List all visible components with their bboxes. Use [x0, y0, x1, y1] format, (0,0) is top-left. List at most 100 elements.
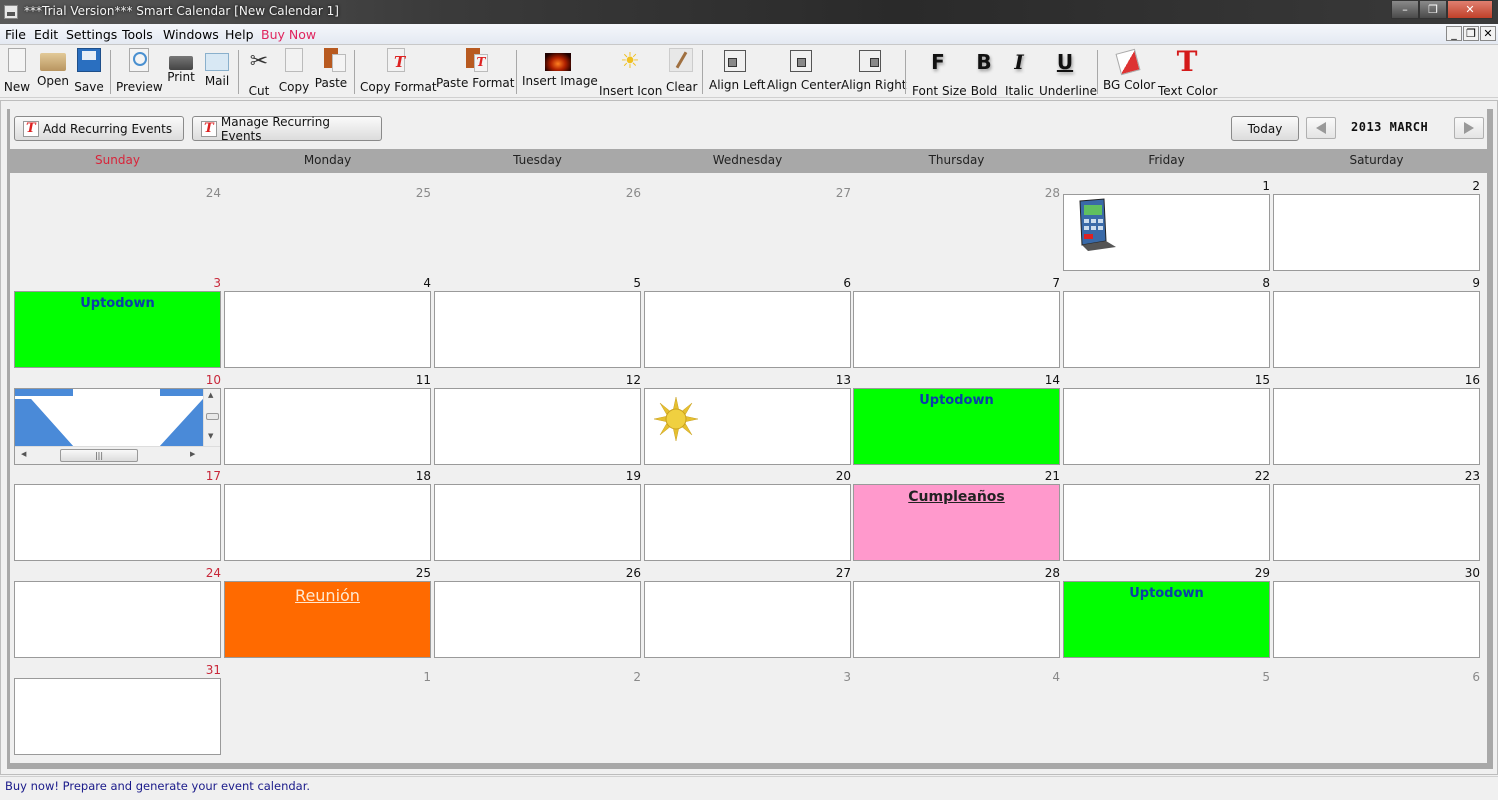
day-cell[interactable] — [1063, 388, 1270, 465]
day-number: 26 — [625, 186, 641, 200]
day-cell[interactable] — [853, 291, 1060, 368]
day-cell[interactable] — [644, 581, 851, 658]
text-color-button[interactable]: T Text Color — [1158, 48, 1217, 99]
day-cell[interactable] — [434, 484, 641, 561]
event-label[interactable]: Reunión — [225, 582, 430, 605]
bg-color-button[interactable]: BG Color — [1103, 48, 1155, 96]
day-number: 30 — [1464, 566, 1480, 580]
day-cell[interactable] — [434, 581, 641, 658]
toolbar-separator — [110, 50, 111, 94]
close-button[interactable]: ✕ — [1447, 0, 1493, 19]
align-left-button[interactable]: Align Left — [709, 48, 766, 96]
day-cell[interactable]: Cumpleaños — [853, 484, 1060, 561]
event-label[interactable]: Uptodown — [1064, 582, 1269, 601]
align-center-label: Align Center — [767, 78, 842, 92]
copy-button[interactable]: Copy — [278, 48, 310, 96]
mdi-close-button[interactable]: ✕ — [1480, 26, 1496, 41]
day-number: 20 — [835, 469, 851, 483]
day-cell[interactable] — [1063, 194, 1270, 271]
scroll-up-icon[interactable]: ▲ — [208, 391, 213, 399]
day-cell[interactable] — [434, 291, 641, 368]
cut-button[interactable]: ✂ Cut — [245, 48, 273, 98]
day-cell[interactable] — [644, 484, 851, 561]
bold-button[interactable]: B Bold — [970, 48, 998, 98]
horizontal-scrollbar[interactable]: ◀ ||| ▶ — [15, 446, 220, 464]
scroll-down-icon[interactable]: ▼ — [208, 432, 213, 440]
day-cell[interactable] — [14, 484, 221, 561]
arrow-image[interactable] — [15, 389, 203, 446]
day-cell[interactable] — [1063, 484, 1270, 561]
clear-button[interactable]: Clear — [666, 48, 697, 96]
vertical-scrollbar[interactable]: ▲ ▼ — [203, 389, 220, 446]
align-right-button[interactable]: Align Right — [841, 48, 907, 96]
menu-edit[interactable]: Edit — [34, 27, 58, 42]
open-button[interactable]: Open — [36, 48, 70, 96]
day-number: 12 — [625, 373, 641, 387]
scroll-left-icon[interactable]: ◀ — [21, 450, 26, 458]
insert-icon-button[interactable]: ☀ Insert Icon — [599, 48, 662, 98]
paste-format-button[interactable]: Paste Format — [436, 48, 515, 96]
manage-recurring-events-button[interactable]: Manage Recurring Events — [192, 115, 382, 143]
menu-file[interactable]: File — [5, 27, 26, 42]
menu-windows[interactable]: Windows — [163, 27, 219, 42]
day-cell[interactable] — [224, 291, 431, 368]
menu-settings[interactable]: Settings — [66, 27, 117, 42]
mail-button[interactable]: Mail — [202, 48, 232, 96]
day-cell[interactable] — [1273, 194, 1480, 271]
menu-tools[interactable]: Tools — [122, 27, 153, 42]
save-button[interactable]: Save — [74, 48, 104, 96]
day-cell[interactable] — [224, 484, 431, 561]
underline-button[interactable]: U Underline — [1039, 48, 1097, 98]
previous-month-button[interactable] — [1306, 117, 1336, 139]
day-cell[interactable] — [224, 388, 431, 465]
copy-format-button[interactable]: Copy Format — [360, 48, 437, 96]
align-center-button[interactable]: Align Center — [767, 48, 842, 96]
day-cell[interactable] — [1273, 291, 1480, 368]
insert-image-button[interactable]: Insert Image — [522, 48, 598, 96]
new-button[interactable]: New — [3, 48, 31, 96]
next-month-button[interactable] — [1454, 117, 1484, 139]
day-cell[interactable] — [14, 581, 221, 658]
add-recurring-events-button[interactable]: Add Recurring Events — [14, 116, 184, 141]
italic-button[interactable]: I Italic — [1005, 48, 1034, 98]
event-label[interactable]: Uptodown — [15, 292, 220, 311]
align-left-label: Align Left — [709, 78, 766, 92]
mdi-minimize-button[interactable]: _ — [1446, 26, 1462, 41]
font-size-button[interactable]: F Font Size — [912, 48, 967, 98]
day-number: 16 — [1464, 373, 1480, 387]
scroll-right-icon[interactable]: ▶ — [190, 450, 195, 458]
current-month-label: 2013 MARCH — [1351, 120, 1429, 134]
preview-button[interactable]: Preview — [116, 48, 163, 96]
day-cell[interactable] — [644, 291, 851, 368]
today-button[interactable]: Today — [1231, 116, 1299, 141]
scrollbar-thumb[interactable]: ||| — [60, 449, 138, 462]
scrollbar-thumb[interactable] — [206, 413, 219, 420]
minimize-button[interactable]: – — [1391, 0, 1419, 19]
day-cell[interactable]: ▲ ▼ ◀ ||| ▶ — [14, 388, 221, 465]
mdi-restore-button[interactable]: ❐ — [1463, 26, 1479, 41]
paste-button[interactable]: Paste — [314, 48, 348, 96]
sun-icon[interactable] — [652, 395, 700, 445]
menu-buy-now[interactable]: Buy Now — [261, 27, 316, 42]
day-cell[interactable] — [14, 678, 221, 755]
menu-help[interactable]: Help — [225, 27, 254, 42]
restore-button[interactable]: ❐ — [1419, 0, 1447, 19]
day-cell[interactable] — [1273, 484, 1480, 561]
calculator-icon[interactable] — [1070, 197, 1118, 253]
day-cell[interactable] — [853, 581, 1060, 658]
day-cell[interactable]: Uptodown — [853, 388, 1060, 465]
day-cell[interactable]: Uptodown — [14, 291, 221, 368]
day-cell[interactable]: Reunión — [224, 581, 431, 658]
day-cell[interactable] — [1063, 291, 1270, 368]
weekday-tuesday: Tuesday — [513, 153, 562, 167]
day-cell[interactable] — [434, 388, 641, 465]
day-cell[interactable] — [1273, 388, 1480, 465]
print-button[interactable]: Print — [166, 48, 196, 96]
day-cell[interactable] — [1273, 581, 1480, 658]
day-cell[interactable]: Uptodown — [1063, 581, 1270, 658]
event-label[interactable]: Uptodown — [854, 389, 1059, 408]
weekday-thursday: Thursday — [928, 153, 985, 167]
day-cell[interactable] — [644, 388, 851, 465]
title-bar: ***Trial Version*** Smart Calendar [New … — [0, 0, 1498, 24]
event-label[interactable]: Cumpleaños — [854, 485, 1059, 505]
